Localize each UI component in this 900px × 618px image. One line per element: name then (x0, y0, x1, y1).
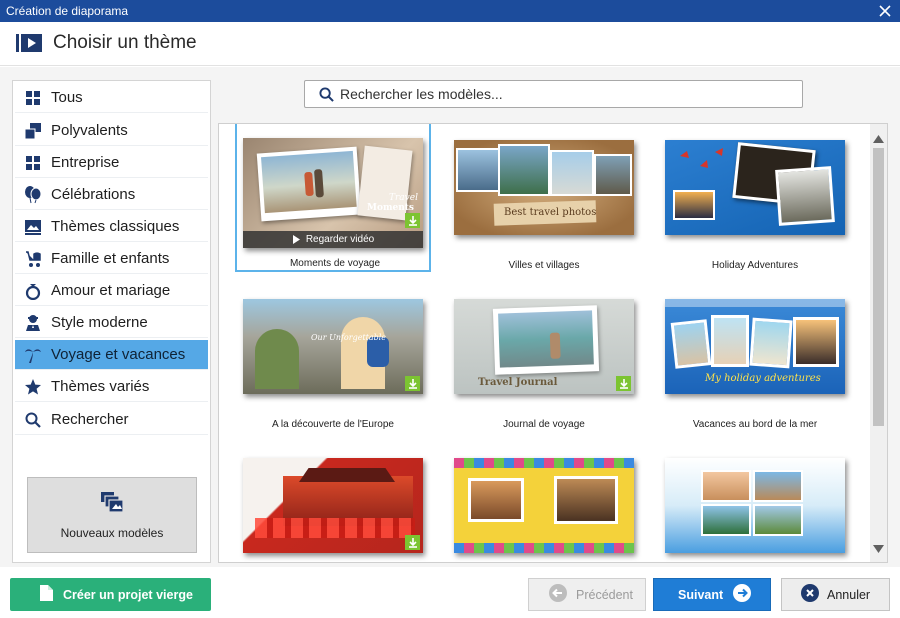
theme-thumbnail (665, 140, 845, 235)
theme-thumbnail: Best travel photos (454, 140, 634, 235)
frame-icon (22, 216, 44, 238)
stack-icon (22, 120, 44, 142)
sidebar-item-label: Rechercher (51, 411, 129, 428)
scroll-down-icon[interactable] (873, 540, 884, 558)
sidebar-item-label: Célébrations (51, 186, 136, 203)
sidebar-item-label: Tous (51, 89, 83, 106)
search-icon (22, 409, 44, 431)
thumb-text: Travel (389, 193, 418, 203)
theme-thumbnail: Our Unforgettable (243, 299, 423, 394)
theme-caption: Vacances au bord de la mer (692, 419, 818, 430)
thumb-text: Our Unforgettable (311, 333, 387, 342)
rings-icon (22, 280, 44, 302)
watch-video-button[interactable]: Regarder vidéo (243, 231, 423, 248)
sidebar-item-label: Style moderne (51, 314, 148, 331)
sidebar-item-label: Voyage et vacances (51, 346, 186, 363)
thumb-text: My holiday adventures (705, 373, 821, 384)
sidebar-item-amour[interactable]: Amour et mariage (15, 276, 208, 306)
slideshow-icon (16, 33, 42, 58)
dialog-footer: Créer un projet vierge Précédent Suivant… (0, 567, 900, 618)
previous-label: Précédent (576, 587, 633, 602)
document-icon (40, 585, 53, 604)
scrollbar-thumb[interactable] (873, 148, 884, 426)
sidebar-item-label: Thèmes variés (51, 378, 150, 395)
previous-button[interactable]: Précédent (528, 578, 646, 611)
thumb-text: Travel Journal (478, 377, 558, 388)
theme-thumbnail (454, 458, 634, 553)
sidebar-item-label: Thèmes classiques (51, 218, 180, 235)
sidebar-item-rechercher[interactable]: Rechercher (15, 405, 208, 435)
sidebar-item-polyvalents[interactable]: Polyvalents (15, 116, 208, 146)
create-blank-project-label: Créer un projet vierge (63, 587, 193, 602)
content-area: Tous Polyvalents Entreprise Célébrations… (0, 67, 900, 567)
cancel-icon (801, 584, 819, 605)
theme-grid: Travel Moments Regarder vidéo Moments de… (218, 123, 888, 563)
sidebar-item-label: Famille et enfants (51, 250, 170, 267)
grid-icon (22, 152, 44, 174)
search-input[interactable] (340, 84, 780, 104)
sidebar-item-voyage[interactable]: Voyage et vacances (15, 340, 208, 370)
sidebar-item-tous[interactable]: Tous (15, 83, 208, 113)
new-models-label: Nouveaux modèles (60, 525, 164, 540)
theme-thumbnail: Travel Journal (454, 299, 634, 394)
arrow-left-icon (549, 584, 567, 605)
sidebar-item-entreprise[interactable]: Entreprise (15, 148, 208, 178)
sidebar-item-celebrations[interactable]: Célébrations (15, 180, 208, 210)
sidebar-item-themes-varies[interactable]: Thèmes variés (15, 372, 208, 402)
close-icon[interactable] (875, 1, 895, 21)
palm-icon (22, 344, 44, 366)
theme-caption: Journal de voyage (503, 419, 585, 430)
window-title: Création de diaporama (6, 4, 129, 18)
download-icon[interactable] (405, 376, 420, 391)
create-blank-project-button[interactable]: Créer un projet vierge (10, 578, 211, 611)
download-icon[interactable] (405, 535, 420, 550)
thumb-text: Moments (367, 203, 414, 213)
new-models-button[interactable]: Nouveaux modèles (27, 477, 197, 553)
arrow-right-icon (733, 584, 752, 605)
new-templates-icon (100, 491, 124, 518)
cancel-button[interactable]: Annuler (781, 578, 890, 611)
sidebar-item-label: Polyvalents (51, 122, 128, 139)
grid-icon (22, 87, 44, 109)
theme-thumbnail (243, 458, 423, 553)
category-sidebar: Tous Polyvalents Entreprise Célébrations… (12, 80, 211, 563)
theme-card[interactable]: Travel Moments Regarder vidéo Moments de… (235, 124, 431, 272)
person-icon (22, 312, 44, 334)
theme-caption: Villes et villages (508, 260, 580, 271)
sidebar-item-famille[interactable]: Famille et enfants (15, 244, 208, 274)
sidebar-item-style-moderne[interactable]: Style moderne (15, 308, 208, 338)
play-icon (292, 235, 300, 244)
download-icon[interactable] (616, 376, 631, 391)
page-title: Choisir un thème (53, 32, 197, 53)
theme-thumbnail: My holiday adventures (665, 299, 845, 394)
stroller-icon (22, 248, 44, 270)
star-icon (22, 376, 44, 398)
theme-caption: A la découverte de l'Europe (272, 419, 394, 430)
watch-video-label: Regarder vidéo (305, 234, 375, 245)
download-icon[interactable] (405, 213, 420, 228)
theme-thumbnail: Travel Moments Regarder vidéo (243, 138, 423, 248)
next-label: Suivant (678, 587, 724, 602)
template-search[interactable] (304, 80, 803, 108)
theme-grid-scrollbar[interactable] (870, 124, 887, 562)
thumb-text: Best travel photos (504, 207, 597, 218)
dialog-header: Choisir un thème (0, 22, 900, 66)
theme-caption: Holiday Adventures (711, 260, 799, 271)
window-titlebar: Création de diaporama (0, 0, 900, 22)
sidebar-item-themes-classiques[interactable]: Thèmes classiques (15, 212, 208, 242)
cancel-label: Annuler (827, 587, 871, 602)
balloons-icon (22, 184, 44, 206)
theme-thumbnail (665, 458, 845, 553)
theme-caption: Moments de voyage (289, 258, 381, 269)
next-button[interactable]: Suivant (653, 578, 771, 611)
search-icon (319, 87, 334, 107)
scroll-up-icon[interactable] (873, 130, 884, 148)
sidebar-item-label: Amour et mariage (51, 282, 171, 299)
sidebar-item-label: Entreprise (51, 154, 120, 171)
